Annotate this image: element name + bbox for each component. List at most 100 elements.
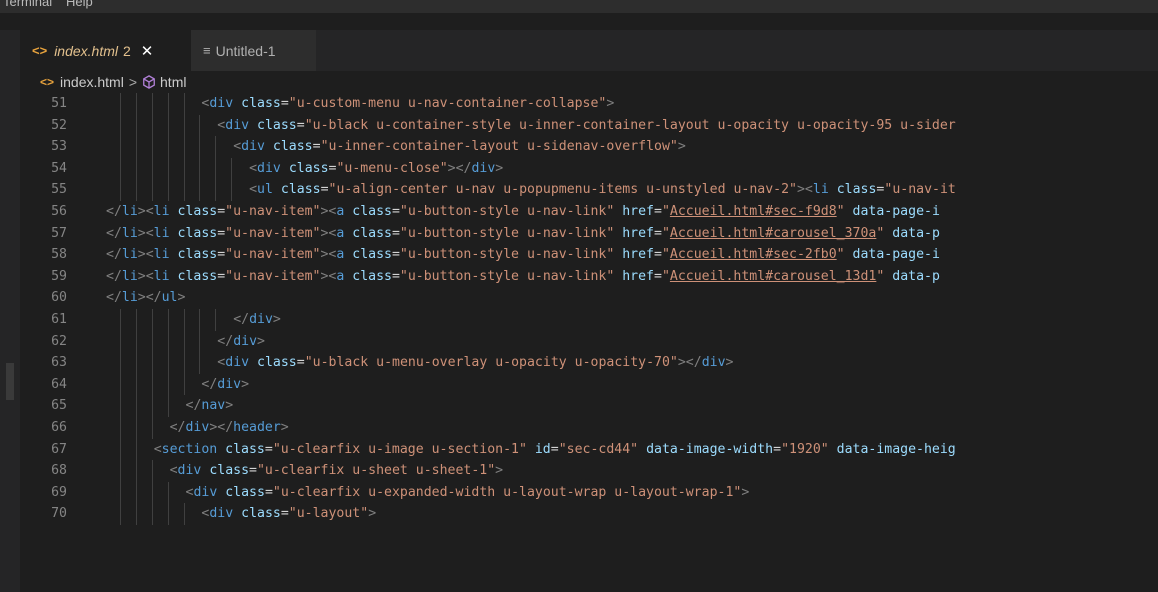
line-number: 66 <box>51 420 67 435</box>
token-punc: </ <box>233 312 250 327</box>
indent-guide <box>215 179 217 201</box>
code-editor[interactable]: 51 <div class="u-custom-menu u-nav-contai… <box>20 93 1158 592</box>
token-link[interactable]: Accueil.html#carousel_370a <box>670 226 876 241</box>
indent-guide <box>231 179 233 201</box>
indent-guide <box>183 373 185 396</box>
menu-terminal[interactable]: Terminal <box>3 0 52 9</box>
code-line[interactable]: 61 </div> <box>20 309 1158 331</box>
indent-guide <box>151 157 153 180</box>
token-punc: > <box>257 333 265 349</box>
code-line[interactable]: 52 <div class="u-black u-container-style … <box>20 114 1158 137</box>
breadcrumb-symbol[interactable]: html <box>160 74 186 90</box>
token-tag: ul <box>257 182 273 198</box>
tab-label: index.html <box>54 42 118 59</box>
sash-handle[interactable] <box>6 363 14 400</box>
token-str: "u-nav-item" <box>225 247 321 263</box>
token-punc: > <box>495 160 504 176</box>
indent-guide <box>119 93 121 115</box>
indent-guide <box>183 309 185 331</box>
indent-guide <box>167 503 169 525</box>
code-line[interactable]: 59 </li><li class="u-nav-item"><a class="… <box>20 266 1158 288</box>
line-number: 69 <box>51 484 67 500</box>
token-txt: = <box>391 225 400 241</box>
breadcrumb-file[interactable]: index.html <box>60 74 124 90</box>
indent-guide <box>119 373 121 396</box>
token-punc: ></ <box>677 355 702 371</box>
token-txt: = <box>217 225 226 241</box>
token-attr: data-page-i <box>852 247 940 263</box>
token-str: "u-button-style u-nav-link" <box>399 268 615 284</box>
token-str: "u-nav-it <box>884 182 956 198</box>
indent-guide <box>151 136 153 158</box>
html-file-icon: <> <box>40 75 55 89</box>
tab-index-html[interactable]: <> index.html 2 ✕ <box>20 30 191 71</box>
indent-guide <box>151 309 153 331</box>
code-line[interactable]: 58 </li><li class="u-nav-item"><a class="… <box>20 244 1158 266</box>
token-str: "u-nav-item" <box>225 268 321 284</box>
code-line[interactable]: 66 </div></header> <box>20 417 1158 439</box>
indent-guide <box>231 157 233 180</box>
token-txt: = <box>550 441 559 457</box>
token-punc: >< <box>796 182 813 198</box>
token-punc: < <box>153 441 162 457</box>
menu-help[interactable]: Help <box>66 0 93 9</box>
token-str: "u-button-style u-nav-link" <box>399 204 615 219</box>
code-line[interactable]: 64 </div> <box>20 373 1158 396</box>
code-line[interactable]: 55 <ul class="u-align-center u-nav u-popu… <box>20 179 1158 201</box>
indent-guide <box>119 438 121 461</box>
code-line[interactable]: 60 </li></ul> <box>20 287 1158 309</box>
token-punc: > <box>272 312 281 327</box>
token-attr: class <box>225 484 265 500</box>
code-text: </li></ul> <box>106 287 185 309</box>
line-number: 57 <box>51 225 67 241</box>
code-line[interactable]: 70 <div class="u-layout"> <box>20 503 1158 525</box>
token-txt: = <box>320 182 329 198</box>
token-punc: </ <box>217 333 234 349</box>
code-line[interactable]: 63 <div class="u-black u-menu-overlay u-o… <box>20 352 1158 374</box>
code-line[interactable]: 62 </div> <box>20 330 1158 353</box>
tab-untitled-1[interactable]: ≡ Untitled-1 <box>191 30 316 71</box>
token-tag: li <box>153 204 170 219</box>
token-txt: = <box>391 247 400 263</box>
indent-guide <box>167 136 169 158</box>
token-txt: = <box>773 441 782 457</box>
indent-guide <box>151 503 153 525</box>
indent-guide <box>151 460 153 482</box>
indent-guide <box>119 481 121 504</box>
indent-guide <box>167 481 169 504</box>
indent-guide <box>119 114 121 137</box>
token-txt: = <box>654 204 662 219</box>
problem-count-badge: 2 <box>123 42 131 59</box>
code-line[interactable]: 53 <div class="u-inner-container-layout u… <box>20 136 1158 158</box>
code-line[interactable]: 69 <div class="u-clearfix u-expanded-widt… <box>20 481 1158 504</box>
token-link[interactable]: Accueil.html#sec-2fb0 <box>670 247 837 262</box>
token-txt: = <box>654 268 662 284</box>
indent-guide <box>135 179 137 201</box>
token-str: " <box>661 204 670 219</box>
code-line[interactable]: 57 </li><li class="u-nav-item"><a class="… <box>20 223 1158 245</box>
token-attr: data-image-heig <box>836 441 956 457</box>
code-line[interactable]: 68 <div class="u-clearfix u-sheet u-sheet… <box>20 460 1158 482</box>
code-line[interactable]: 56 </li><li class="u-nav-item"><a class="… <box>20 201 1158 223</box>
code-line[interactable]: 51 <div class="u-custom-menu u-nav-contai… <box>20 93 1158 115</box>
token-attr: class <box>352 247 392 263</box>
token-link[interactable]: Accueil.html#carousel_13d1 <box>670 269 876 284</box>
token-punc: >< <box>320 268 337 284</box>
code-line[interactable]: 54 <div class="u-menu-close"></div> <box>20 157 1158 180</box>
code-line[interactable]: 67 <section class="u-clearfix u-image u-s… <box>20 438 1158 461</box>
close-icon[interactable]: ✕ <box>141 42 154 60</box>
token-tag: div <box>249 312 273 327</box>
indent-guide <box>135 157 137 180</box>
token-str: "u-black u-container-style u-inner-conta… <box>304 117 956 133</box>
code-text: <section class="u-clearfix u-image u-sec… <box>154 439 956 461</box>
token-link[interactable]: Accueil.html#sec-f9d8 <box>670 204 837 219</box>
code-line[interactable]: 65 </nav> <box>20 395 1158 417</box>
token-str: "u-black u-menu-overlay u-opacity u-opac… <box>304 355 678 371</box>
indent-guide <box>183 179 185 201</box>
token-txt: = <box>217 204 226 219</box>
token-punc: > <box>280 420 289 435</box>
token-punc: </ <box>106 247 122 263</box>
